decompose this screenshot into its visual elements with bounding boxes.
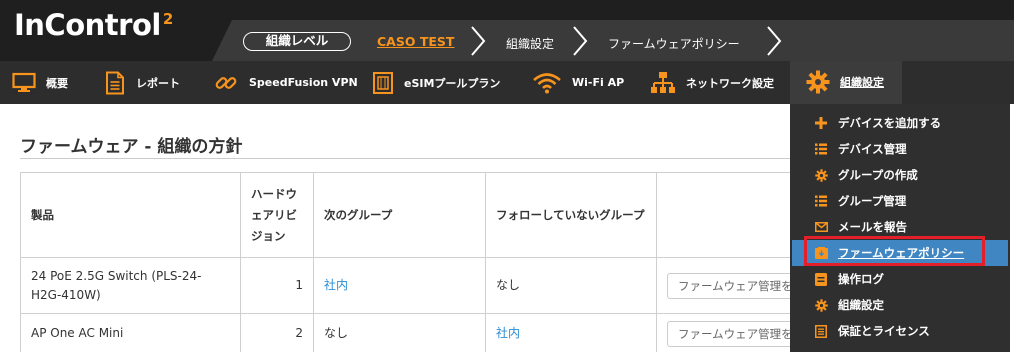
menu-item-label: デバイスを追加する [838,116,942,130]
incontrol-logo[interactable]: InControl 2 [14,8,173,44]
menu-item-label: メールを報告 [838,220,907,234]
nav-item-esim-pool[interactable]: eSIMプールプラン [372,61,500,104]
nav-label: ネットワーク設定 [686,76,774,90]
chevron-right-icon [767,26,782,56]
link-icon [215,76,237,89]
nav-item-overview[interactable]: 概要 [12,61,68,104]
nav-item-speedfusion-vpn[interactable]: SpeedFusion VPN [213,61,358,104]
title-divider [20,158,810,159]
cell-not-following: 社内 [485,313,657,352]
network-icon [651,71,675,93]
col-header-not-following[interactable]: フォローしていないグループ [485,172,657,258]
cell-next-group: なし [313,313,486,352]
list-icon [814,142,828,156]
nav-item-network-settings[interactable]: ネットワーク設定 [650,61,774,104]
page-title: ファームウェア - 組織の方針 [20,137,243,157]
plus-icon [814,116,828,130]
sim-icon [373,71,393,94]
firmware-management-select[interactable]: ファームウェア管理を [667,272,797,299]
nav-label: レポート [136,76,180,90]
group-link[interactable]: 社内 [496,326,520,340]
logo-superscript: 2 [162,10,173,28]
cell-not-following: なし [485,257,657,314]
list-icon [814,194,828,208]
chevron-right-icon [471,26,486,56]
breadcrumb-org-link[interactable]: CASO TEST [377,34,454,49]
menu-item-device-management[interactable]: デバイス管理 [790,136,1010,162]
firmware-table: 製品 ハードウェアリビジョン 次のグループ フォローしていないグループ 24 P… [20,172,817,352]
col-header-next-group[interactable]: 次のグループ [313,172,486,258]
cell-product: AP One AC Mini [20,313,241,352]
license-icon [814,324,828,338]
menu-item-label: デバイス管理 [838,142,907,156]
cell-next-group: 社内 [313,257,486,314]
cell-hw-revision: 1 [240,257,314,314]
firmware-management-select[interactable]: ファームウェア管理を [667,320,797,347]
gear-icon [806,70,830,93]
menu-item-label: グループ管理 [838,194,907,208]
cell-hw-revision: 2 [240,313,314,352]
col-header-product[interactable]: 製品 [20,172,241,258]
menu-item-operation-log[interactable]: 操作ログ [790,266,1010,292]
group-link[interactable]: 社内 [324,278,348,292]
nav-item-wifi-ap[interactable]: Wi-Fi AP [532,61,624,104]
table-row: AP One AC Mini 2 なし 社内 ファームウェア管理を [20,313,817,352]
document-icon [106,71,124,94]
gear-icon [814,168,828,182]
breadcrumb-firmware-policy[interactable]: ファームウェアポリシー [608,35,740,52]
chevron-right-icon [573,26,588,56]
menu-item-create-group[interactable]: グループの作成 [790,162,1010,188]
menu-item-label: 操作ログ [838,272,884,286]
logo-text: InControl [14,8,161,42]
col-header-hw-revision[interactable]: ハードウェアリビジョン [240,172,314,258]
mail-icon [814,220,828,234]
menu-item-label: 保証とライセンス [838,324,930,338]
col-header-hw-revision-label: ハードウェアリビジョン [251,186,297,243]
nav-label: 概要 [46,76,68,90]
org-level-pill[interactable]: 組織レベル [243,32,351,51]
table-row: 24 PoE 2.5G Switch (PLS-24-H2G-410W) 1 社… [20,257,817,314]
highlight-box [804,236,985,266]
nav-label: 組織設定 [840,75,884,89]
menu-item-label: 組織設定 [838,298,884,312]
menu-item-label: グループの作成 [838,168,918,182]
menu-item-warranty-license[interactable]: 保証とライセンス [790,318,1010,344]
nav-item-org-settings[interactable]: 組織設定 [790,61,902,104]
org-settings-dropdown: デバイスを追加する デバイス管理 グループの作成 グループ管理 メールを報告 フ… [790,104,1010,352]
nav-label: Wi-Fi AP [572,76,625,89]
monitor-icon [12,72,36,92]
log-icon [814,272,828,286]
nav-item-reports[interactable]: レポート [104,61,180,104]
wifi-icon [533,72,561,93]
gear-icon [814,298,828,312]
breadcrumb-org-settings[interactable]: 組織設定 [506,35,554,52]
menu-item-group-management[interactable]: グループ管理 [790,188,1010,214]
menu-item-add-device[interactable]: デバイスを追加する [790,110,1010,136]
cell-product: 24 PoE 2.5G Switch (PLS-24-H2G-410W) [20,257,241,314]
nav-label: SpeedFusion VPN [249,76,358,89]
menu-item-org-settings[interactable]: 組織設定 [790,292,1010,318]
main-nav: 概要 レポート SpeedFusion VPN eSIMプールプラン Wi-Fi… [0,61,1014,104]
table-header-row: 製品 ハードウェアリビジョン 次のグループ フォローしていないグループ [20,172,817,258]
nav-label: eSIMプールプラン [404,76,501,90]
